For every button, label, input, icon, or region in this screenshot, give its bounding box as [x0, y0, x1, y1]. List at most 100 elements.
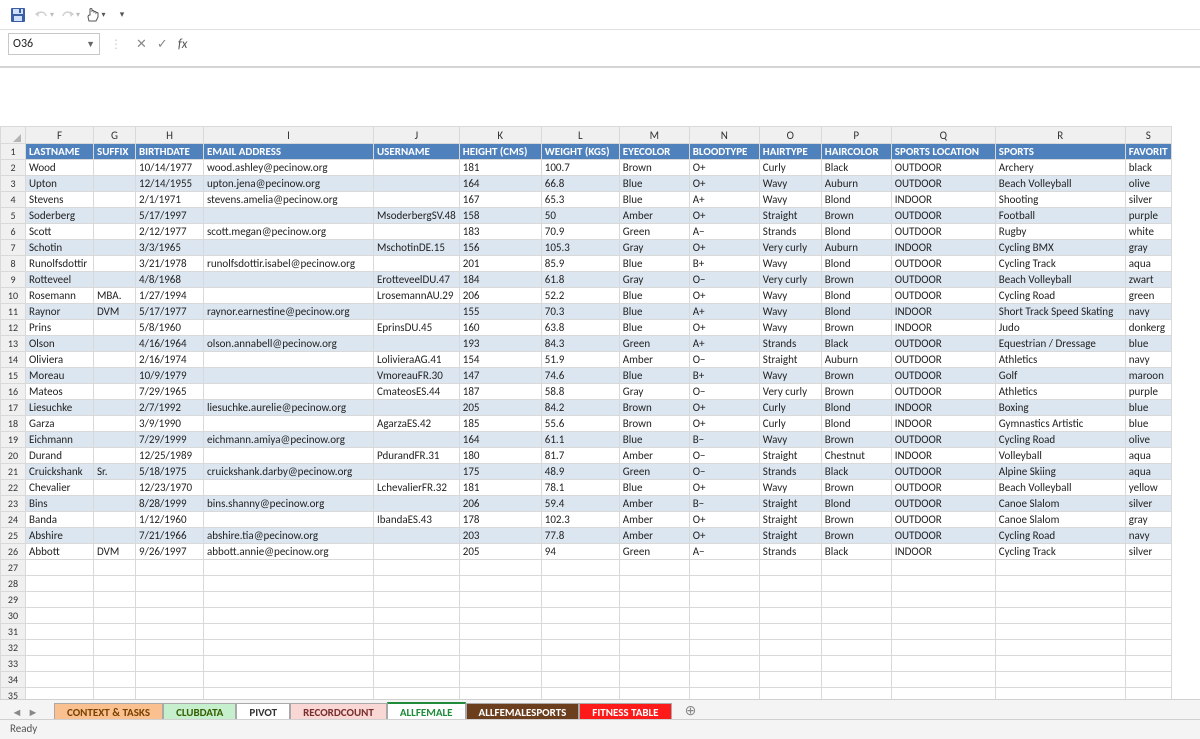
cell[interactable]: Straight [759, 448, 821, 464]
row-header[interactable]: 25 [1, 528, 26, 544]
cell[interactable] [204, 368, 374, 384]
cell[interactable]: 2/7/1992 [136, 400, 204, 416]
cell[interactable]: Strands [759, 336, 821, 352]
cell[interactable]: aqua [1125, 448, 1171, 464]
cell[interactable]: OUTDOOR [891, 352, 995, 368]
cell[interactable] [459, 640, 541, 656]
cell[interactable]: OUTDOOR [891, 368, 995, 384]
cell[interactable] [26, 640, 94, 656]
cell[interactable]: OUTDOOR [891, 480, 995, 496]
cell[interactable]: O− [689, 384, 759, 400]
cell[interactable]: blue [1125, 400, 1171, 416]
cell[interactable]: O+ [689, 160, 759, 176]
cell[interactable]: O+ [689, 400, 759, 416]
cell[interactable]: Cycling Track [995, 256, 1125, 272]
cell[interactable] [374, 496, 460, 512]
column-header[interactable]: S [1125, 127, 1171, 144]
cell[interactable] [94, 656, 136, 672]
sheet-tab[interactable]: CLUBDATA [163, 703, 236, 720]
cell[interactable]: 78.1 [541, 480, 619, 496]
cell[interactable]: black [1125, 160, 1171, 176]
cell[interactable]: OUTDOOR [891, 496, 995, 512]
cell[interactable] [995, 608, 1125, 624]
cell[interactable] [204, 560, 374, 576]
cell[interactable]: Beach Volleyball [995, 272, 1125, 288]
cell[interactable] [94, 384, 136, 400]
cell[interactable]: purple [1125, 208, 1171, 224]
cell[interactable] [26, 576, 94, 592]
cell[interactable]: Canoe Slalom [995, 496, 1125, 512]
cell[interactable] [689, 640, 759, 656]
cell[interactable] [891, 656, 995, 672]
cell[interactable]: 81.7 [541, 448, 619, 464]
cell[interactable]: 156 [459, 240, 541, 256]
cell[interactable]: LchevalierFR.32 [374, 480, 460, 496]
cell[interactable] [821, 656, 891, 672]
cell[interactable]: Prins [26, 320, 94, 336]
sheet-tab[interactable]: CONTEXT & TASKS [54, 703, 163, 720]
cell[interactable]: Cycling Road [995, 432, 1125, 448]
cell[interactable] [891, 560, 995, 576]
cancel-formula-icon[interactable]: ✕ [136, 37, 147, 52]
cell[interactable]: OUTDOOR [891, 160, 995, 176]
cell[interactable] [1125, 688, 1171, 700]
row-header[interactable]: 11 [1, 304, 26, 320]
cell[interactable]: O+ [689, 176, 759, 192]
cell[interactable]: cruickshank.darby@pecinow.org [204, 464, 374, 480]
field-header[interactable]: HEIGHT (CMS) [459, 144, 541, 160]
row-header[interactable]: 6 [1, 224, 26, 240]
cell[interactable]: Auburn [821, 352, 891, 368]
cell[interactable]: INDOOR [891, 192, 995, 208]
cell[interactable] [136, 592, 204, 608]
cell[interactable]: Green [619, 336, 689, 352]
cell[interactable]: 4/8/1968 [136, 272, 204, 288]
accept-formula-icon[interactable]: ✓ [157, 37, 168, 52]
field-header[interactable]: WEIGHT (KGS) [541, 144, 619, 160]
cell[interactable] [94, 336, 136, 352]
cell[interactable]: abbott.annie@pecinow.org [204, 544, 374, 560]
cell[interactable]: Brown [821, 384, 891, 400]
cell[interactable]: EprinsDU.45 [374, 320, 460, 336]
cell[interactable] [995, 656, 1125, 672]
cell[interactable]: 160 [459, 320, 541, 336]
cell[interactable]: O+ [689, 240, 759, 256]
row-header[interactable]: 2 [1, 160, 26, 176]
cell[interactable]: Strands [759, 224, 821, 240]
cell[interactable] [759, 560, 821, 576]
cell[interactable]: Chevalier [26, 480, 94, 496]
cell[interactable]: Olson [26, 336, 94, 352]
cell[interactable]: silver [1125, 192, 1171, 208]
cell[interactable]: yellow [1125, 480, 1171, 496]
field-header[interactable]: SPORTS LOCATION [891, 144, 995, 160]
cell[interactable] [94, 448, 136, 464]
cell[interactable]: INDOOR [891, 416, 995, 432]
cell[interactable] [459, 656, 541, 672]
cell[interactable]: IbandaES.43 [374, 512, 460, 528]
cell[interactable]: Wavy [759, 320, 821, 336]
cell[interactable]: 84.3 [541, 336, 619, 352]
qat-customize-icon[interactable]: ▾ [112, 5, 132, 25]
cell[interactable] [94, 160, 136, 176]
cell[interactable]: 178 [459, 512, 541, 528]
cell[interactable]: Blond [821, 496, 891, 512]
row-header[interactable]: 13 [1, 336, 26, 352]
cell[interactable] [374, 224, 460, 240]
cell[interactable]: OUTDOOR [891, 208, 995, 224]
cell[interactable]: PdurandFR.31 [374, 448, 460, 464]
cell[interactable]: INDOOR [891, 320, 995, 336]
cell[interactable] [995, 672, 1125, 688]
cell[interactable]: Alpine Skiing [995, 464, 1125, 480]
cell[interactable]: DVM [94, 544, 136, 560]
cell[interactable]: A− [689, 224, 759, 240]
cell[interactable] [821, 688, 891, 700]
column-header[interactable]: F [26, 127, 94, 144]
cell[interactable]: Brown [619, 416, 689, 432]
row-header[interactable]: 35 [1, 688, 26, 700]
cell[interactable]: 7/21/1966 [136, 528, 204, 544]
cell[interactable] [204, 688, 374, 700]
cell[interactable]: OUTDOOR [891, 176, 995, 192]
cell[interactable] [619, 640, 689, 656]
cell[interactable] [94, 512, 136, 528]
row-header[interactable]: 1 [1, 144, 26, 160]
cell[interactable]: Wavy [759, 288, 821, 304]
